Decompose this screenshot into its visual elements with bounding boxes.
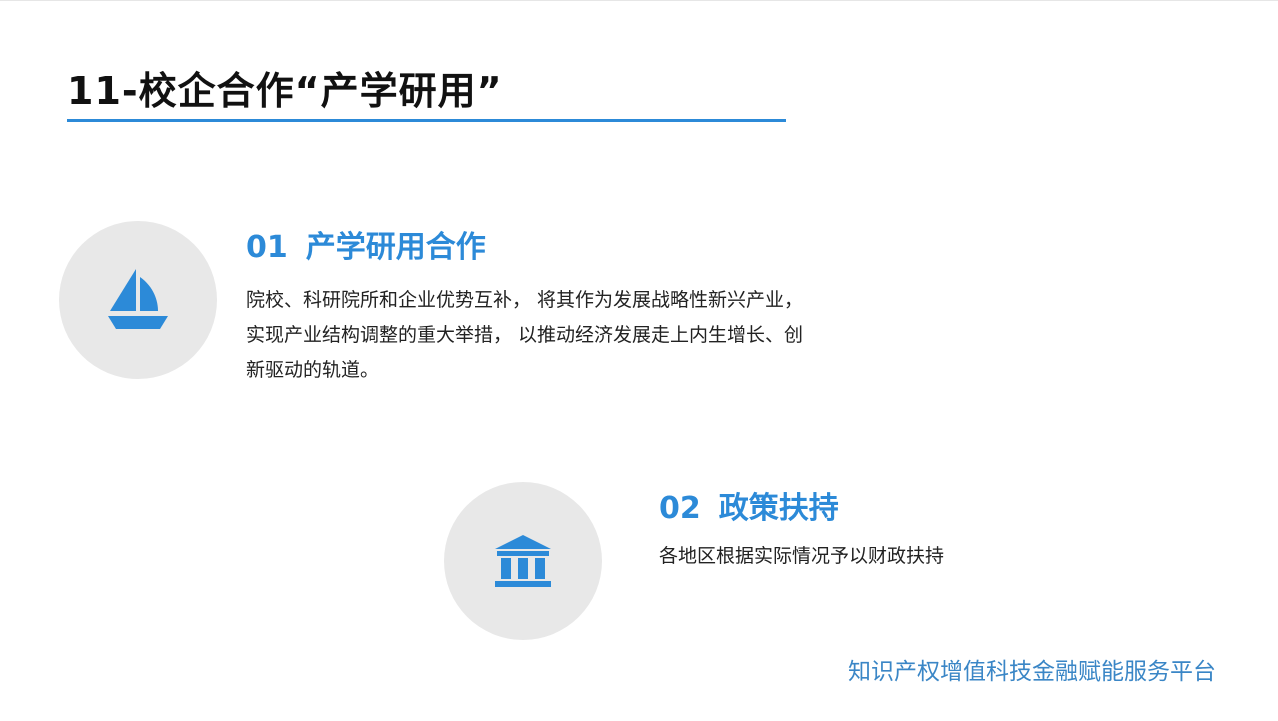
title-underline: [67, 119, 786, 122]
sailboat-icon-circle: [59, 221, 217, 379]
top-border: [0, 0, 1278, 1]
page-title: 11-校企合作“产学研用”: [67, 69, 503, 113]
government-building-icon: [495, 535, 551, 587]
section-number: 02: [659, 491, 701, 526]
section-heading-cooperation: 01 产学研用合作: [246, 222, 486, 266]
footer-brand: 知识产权增值科技金融赋能服务平台: [848, 659, 1216, 685]
section-body-cooperation: 院校、科研院所和企业优势互补， 将其作为发展战略性新兴产业， 实现产业结构调整的…: [246, 289, 804, 381]
section-number: 01: [246, 230, 288, 265]
section-body-policy: 各地区根据实际情况予以财政扶持: [659, 545, 945, 567]
sailboat-icon: [108, 269, 168, 329]
government-building-icon-circle: [444, 482, 602, 640]
section-title: 产学研用合作: [305, 230, 486, 265]
section-heading-policy: 02 政策扶持: [659, 483, 839, 527]
section-title: 政策扶持: [718, 491, 839, 526]
